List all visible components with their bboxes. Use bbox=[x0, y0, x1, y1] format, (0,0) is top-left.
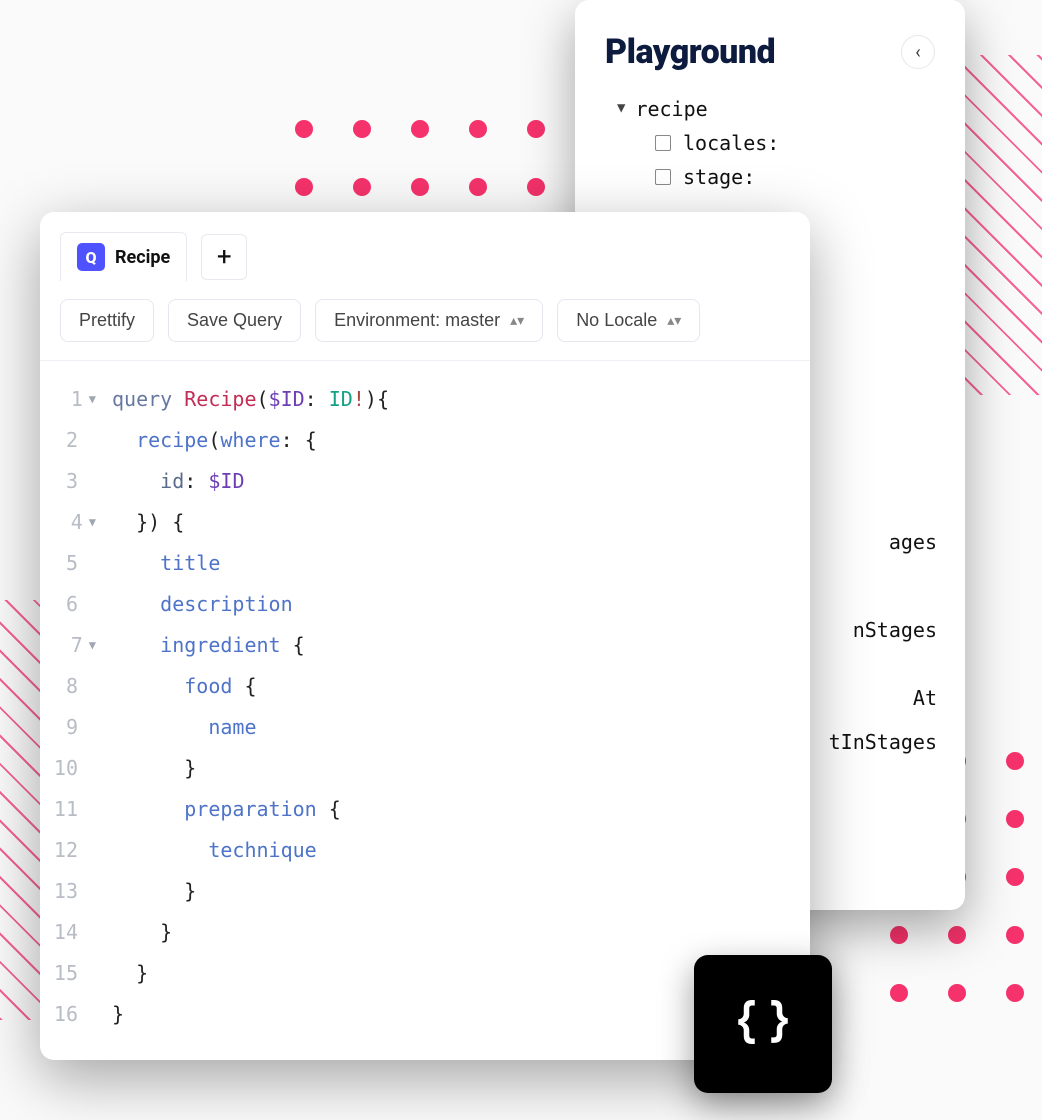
editor-toolbar: Prettify Save Query Environment: master … bbox=[40, 281, 810, 361]
button-label: Prettify bbox=[79, 310, 135, 331]
collapse-button[interactable]: ‹ bbox=[901, 35, 935, 69]
checkbox-icon[interactable] bbox=[655, 135, 671, 151]
decoration-dots-top bbox=[295, 120, 545, 196]
schema-explorer[interactable]: ▼ recipe locales: stage: bbox=[605, 92, 935, 194]
gutter-line: 10 bbox=[40, 748, 96, 789]
button-label: Environment: master bbox=[334, 310, 500, 331]
code-line[interactable]: ingredient { bbox=[112, 625, 810, 666]
gutter-line: 8 bbox=[40, 666, 96, 707]
gutter-line: 16 bbox=[40, 994, 96, 1035]
fold-icon[interactable]: ▼ bbox=[89, 633, 96, 658]
tree-node-recipe[interactable]: ▼ recipe bbox=[617, 92, 935, 126]
code-line[interactable]: } bbox=[112, 748, 810, 789]
tree-arg-label: locales: bbox=[683, 126, 779, 160]
braces-icon bbox=[730, 989, 796, 1059]
gutter-line: 12 bbox=[40, 830, 96, 871]
tree-label: recipe bbox=[635, 92, 707, 126]
code-line[interactable]: title bbox=[112, 543, 810, 584]
gutter-line: 6 bbox=[40, 584, 96, 625]
gutter-line: 13 bbox=[40, 871, 96, 912]
tree-arg-locales[interactable]: locales: bbox=[617, 126, 935, 160]
gutter-line: 11 bbox=[40, 789, 96, 830]
gutter-line: 9 bbox=[40, 707, 96, 748]
code-line[interactable]: } bbox=[112, 912, 810, 953]
button-label: Save Query bbox=[187, 310, 282, 331]
gutter-line: 14 bbox=[40, 912, 96, 953]
gutter-line: 7▼ bbox=[40, 625, 96, 666]
editor-tabs: Q Recipe + bbox=[40, 212, 810, 281]
environment-dropdown[interactable]: Environment: master ▴▾ bbox=[315, 299, 543, 342]
code-line[interactable]: food { bbox=[112, 666, 810, 707]
braces-badge bbox=[694, 955, 832, 1093]
chevron-down-icon: ▼ bbox=[617, 97, 625, 121]
code-line[interactable]: preparation { bbox=[112, 789, 810, 830]
line-gutter: 1▼234▼567▼8910111213141516 bbox=[40, 379, 102, 1042]
gutter-line: 3 bbox=[40, 461, 96, 502]
prettify-button[interactable]: Prettify bbox=[60, 299, 154, 342]
button-label: No Locale bbox=[576, 310, 657, 331]
locale-dropdown[interactable]: No Locale ▴▾ bbox=[557, 299, 700, 342]
plus-icon: + bbox=[217, 242, 232, 272]
code-line[interactable]: } bbox=[112, 871, 810, 912]
chevron-left-icon: ‹ bbox=[915, 42, 920, 63]
tree-arg-label: stage: bbox=[683, 160, 755, 194]
code-line[interactable]: }) { bbox=[112, 502, 810, 543]
editor-panel: Q Recipe + Prettify Save Query Environme… bbox=[40, 212, 810, 1060]
checkbox-icon[interactable] bbox=[655, 169, 671, 185]
save-query-button[interactable]: Save Query bbox=[168, 299, 301, 342]
tree-arg-stage[interactable]: stage: bbox=[617, 160, 935, 194]
gutter-line: 1▼ bbox=[40, 379, 96, 420]
code-line[interactable]: name bbox=[112, 707, 810, 748]
sort-icon: ▴▾ bbox=[510, 312, 524, 329]
gutter-line: 15 bbox=[40, 953, 96, 994]
fold-icon[interactable]: ▼ bbox=[89, 387, 96, 412]
gutter-line: 4▼ bbox=[40, 502, 96, 543]
tab-recipe[interactable]: Q Recipe bbox=[60, 232, 187, 281]
gutter-line: 2 bbox=[40, 420, 96, 461]
code-line[interactable]: recipe(where: { bbox=[112, 420, 810, 461]
gutter-line: 5 bbox=[40, 543, 96, 584]
playground-title: Playground bbox=[605, 32, 775, 72]
fold-icon[interactable]: ▼ bbox=[89, 510, 96, 535]
code-line[interactable]: id: $ID bbox=[112, 461, 810, 502]
add-tab-button[interactable]: + bbox=[201, 234, 247, 280]
sort-icon: ▴▾ bbox=[667, 312, 681, 329]
code-editor[interactable]: 1▼234▼567▼8910111213141516 query Recipe(… bbox=[40, 361, 810, 1060]
decoration-stripes-top bbox=[952, 55, 1042, 395]
tab-label: Recipe bbox=[115, 247, 170, 268]
query-badge-icon: Q bbox=[77, 243, 105, 271]
code-line[interactable]: query Recipe($ID: ID!){ bbox=[112, 379, 810, 420]
code-content[interactable]: query Recipe($ID: ID!){ recipe(where: { … bbox=[102, 379, 810, 1042]
code-line[interactable]: technique bbox=[112, 830, 810, 871]
code-line[interactable]: description bbox=[112, 584, 810, 625]
